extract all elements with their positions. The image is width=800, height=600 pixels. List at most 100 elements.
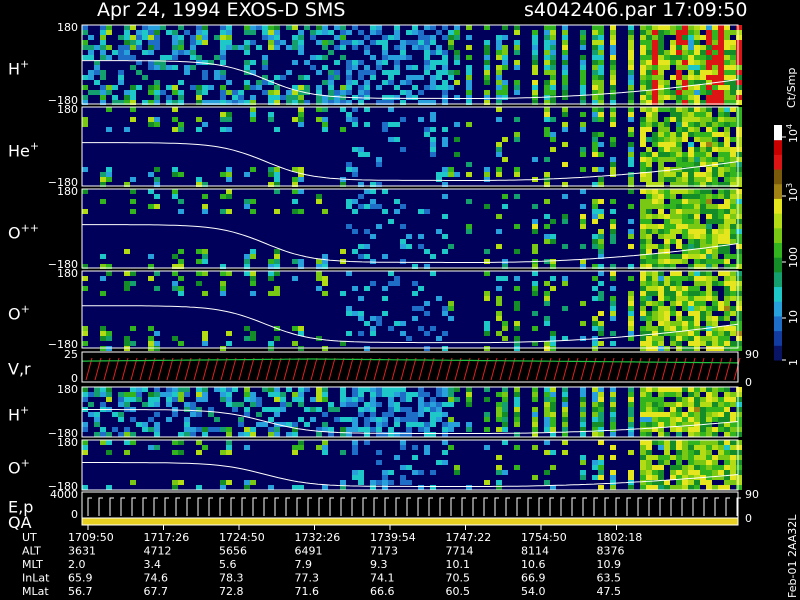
heatmap-cell [598,341,604,346]
heatmap-cell [496,65,502,70]
heatmap-cell [370,199,376,204]
heatmap-cell [610,30,616,35]
heatmap-cell [706,392,712,397]
heatmap-cell [736,316,742,321]
heatmap-cell [352,45,358,50]
heatmap-cell [592,276,598,281]
heatmap-cell [640,440,646,445]
ephemeris-value: 1724:50 [219,531,265,544]
heatmap-cell [220,291,226,296]
heatmap-cell [670,224,676,229]
heatmap-cell [700,65,706,70]
heatmap-cell [316,276,322,281]
heatmap-cell [268,25,274,30]
heatmap-cell [442,194,448,199]
heatmap-cell [196,90,202,95]
heatmap-cell [646,162,652,167]
heatmap-cell [388,95,394,100]
heatmap-cell [382,189,388,194]
heatmap-cell [736,392,742,397]
colorbar-segment [774,154,782,170]
heatmap-cell [550,65,556,70]
heatmap-cell [550,331,556,336]
heatmap-cell [322,40,328,45]
heatmap-cell [664,392,670,397]
heatmap-cell [628,90,634,95]
heatmap-cell [700,440,706,445]
heatmap-cell [550,95,556,100]
heatmap-cell [712,306,718,311]
heatmap-cell [436,402,442,407]
heatmap-cell [736,60,742,65]
heatmap-cell [220,281,226,286]
heatmap-cell [640,249,646,254]
heatmap-cell [610,432,616,437]
heatmap-cell [694,316,700,321]
heatmap-cell [700,194,706,199]
heatmap-cell [598,296,604,301]
heatmap-cell [196,440,202,445]
heatmap-cell [718,30,724,35]
heatmap-cell [202,209,208,214]
heatmap-cell [412,291,418,296]
heatmap-cell [658,326,664,331]
heatmap-cell [640,189,646,194]
heatmap-cell [664,440,670,445]
heatmap-cell [688,254,694,259]
heatmap-cell [676,177,682,182]
heatmap-cell [706,480,712,485]
heatmap-cell [268,172,274,177]
colorbar-tick-label: 104 [785,124,800,143]
heatmap-cell [682,50,688,55]
heatmap-cell [724,276,730,281]
heatmap-cell [736,107,742,112]
heatmap-cell [730,331,736,336]
heatmap-cell [592,132,598,137]
heatmap-cell [148,397,154,402]
heatmap-cell [406,336,412,341]
heatmap-cell [640,107,646,112]
heatmap-cell [250,112,256,117]
heatmap-cell [712,75,718,80]
heatmap-cell [682,480,688,485]
heatmap-cell [736,341,742,346]
heatmap-cell [658,341,664,346]
heatmap-cell [502,85,508,90]
heatmap-cell [724,281,730,286]
heatmap-cell [304,407,310,412]
heatmap-cell [592,167,598,172]
heatmap-cell [640,137,646,142]
heatmap-cell [562,412,568,417]
heatmap-cell [544,80,550,85]
heatmap-cell [640,209,646,214]
right-tick-label-top: 90 [745,488,759,501]
heatmap-cell [430,432,436,437]
heatmap-cell [436,336,442,341]
heatmap-cell [706,485,712,490]
heatmap-cell [130,45,136,50]
heatmap-cell [124,271,130,276]
heatmap-cell [382,485,388,490]
heatmap-cell [418,387,424,392]
heatmap-cell [610,112,616,117]
heatmap-cell [724,402,730,407]
heatmap-cell [580,460,586,465]
heatmap-cell [646,296,652,301]
heatmap-cell [502,422,508,427]
heatmap-cell [598,311,604,316]
heatmap-cell [196,127,202,132]
heatmap-cell [646,85,652,90]
heatmap-cell [736,475,742,480]
heatmap-cell [322,117,328,122]
heatmap-cell [262,387,268,392]
heatmap-cell [724,127,730,132]
heatmap-cell [652,122,658,127]
heatmap-cell [106,336,112,341]
heatmap-cell [646,80,652,85]
heatmap-cell [736,271,742,276]
heatmap-cell [430,35,436,40]
heatmap-cell [172,40,178,45]
heatmap-cell [580,189,586,194]
heatmap-cell [454,422,460,427]
quality-bar [82,518,738,525]
